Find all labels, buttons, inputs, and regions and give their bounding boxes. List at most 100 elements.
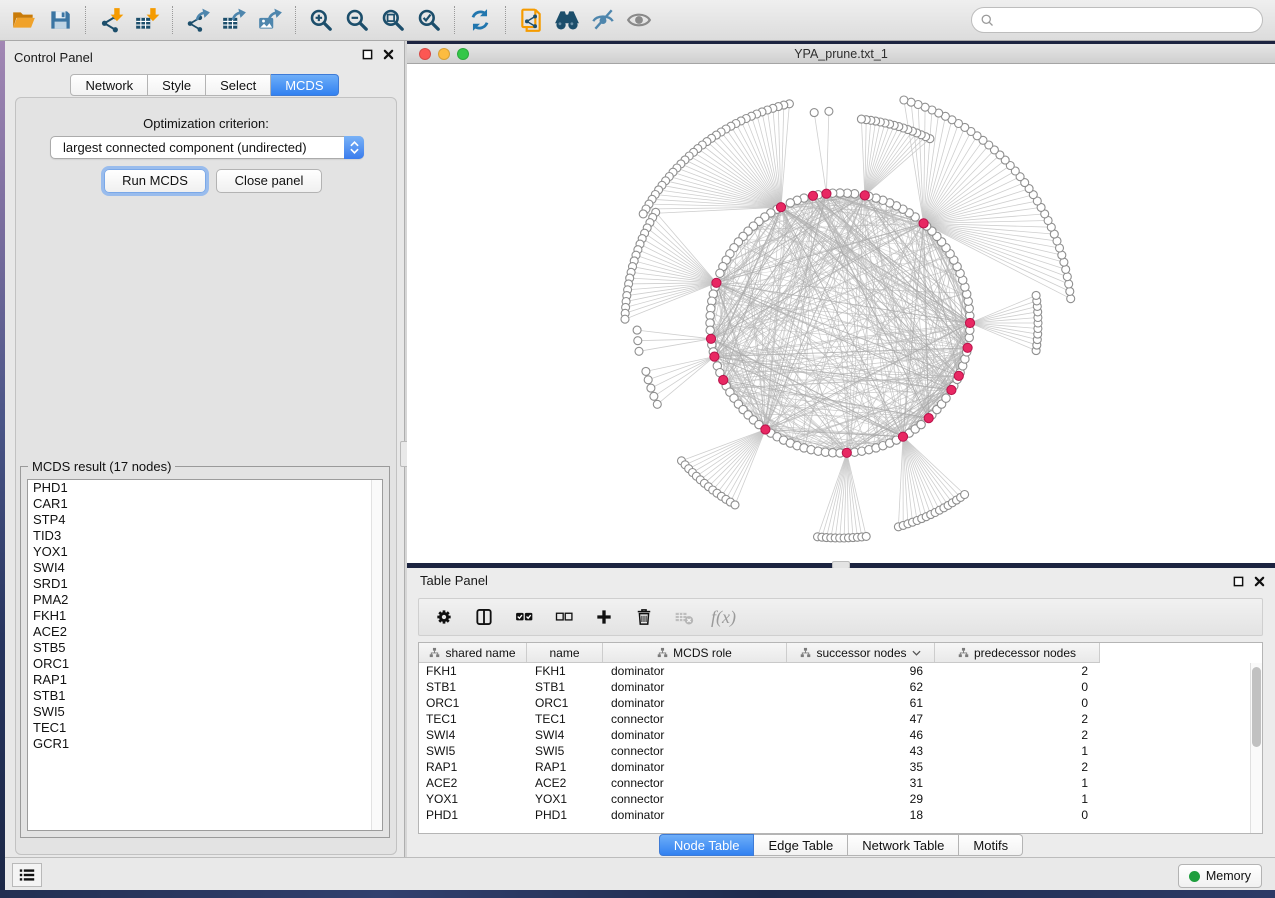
add-column-button[interactable] — [591, 604, 617, 630]
leaf-node[interactable] — [862, 532, 870, 540]
table-row[interactable]: ACE2ACE2connector311 — [419, 775, 1250, 791]
tab-network-table[interactable]: Network Table — [848, 834, 959, 856]
search-network-button[interactable] — [549, 3, 585, 37]
result-node-item[interactable]: SWI5 — [28, 704, 382, 720]
import-network-button[interactable] — [93, 3, 129, 37]
mcds-hub-node[interactable] — [719, 375, 728, 384]
zoom-in-button[interactable] — [303, 3, 339, 37]
leaf-node[interactable] — [653, 400, 661, 408]
show-hidden-button[interactable] — [621, 3, 657, 37]
tab-motifs[interactable]: Motifs — [959, 834, 1023, 856]
leaf-node[interactable] — [642, 367, 650, 375]
result-node-item[interactable]: TID3 — [28, 528, 382, 544]
mcds-hub-node[interactable] — [954, 371, 963, 380]
close-icon[interactable] — [1254, 576, 1265, 587]
table-row[interactable]: SWI5SWI5connector431 — [419, 743, 1250, 759]
mcds-hub-node[interactable] — [761, 425, 770, 434]
ring-node[interactable] — [917, 420, 925, 428]
hide-neighbors-button[interactable] — [585, 3, 621, 37]
table-row[interactable]: ORC1ORC1dominator610 — [419, 695, 1250, 711]
import-table-button[interactable] — [129, 3, 165, 37]
open-folder-button[interactable] — [6, 3, 42, 37]
mcds-hub-node[interactable] — [924, 414, 933, 423]
leaf-node[interactable] — [644, 376, 652, 384]
ring-node[interactable] — [942, 394, 950, 402]
memory-button[interactable]: Memory — [1178, 864, 1262, 888]
result-node-item[interactable]: SWI4 — [28, 560, 382, 576]
leaf-node[interactable] — [961, 491, 969, 499]
float-icon[interactable] — [1233, 576, 1244, 587]
search-input[interactable] — [995, 10, 1262, 30]
mcds-hub-node[interactable] — [822, 189, 831, 198]
result-node-item[interactable]: RAP1 — [28, 672, 382, 688]
leaf-node[interactable] — [825, 107, 833, 115]
mcds-hub-node[interactable] — [706, 334, 715, 343]
column-header-MCDS-role[interactable]: MCDS role — [603, 643, 787, 662]
tab-style[interactable]: Style — [148, 74, 206, 96]
table-row[interactable]: STB1STB1dominator620 — [419, 679, 1250, 695]
result-node-item[interactable]: STP4 — [28, 512, 382, 528]
result-node-item[interactable]: STB5 — [28, 640, 382, 656]
leaf-node[interactable] — [1063, 273, 1071, 281]
leaf-node[interactable] — [857, 115, 865, 123]
mcds-hub-node[interactable] — [947, 385, 956, 394]
mcds-hub-node[interactable] — [710, 352, 719, 361]
leaf-node[interactable] — [810, 109, 818, 117]
save-button[interactable] — [42, 3, 78, 37]
zoom-out-button[interactable] — [339, 3, 375, 37]
leaf-node[interactable] — [639, 210, 647, 218]
zoom-fit-button[interactable] — [375, 3, 411, 37]
close-icon[interactable] — [383, 49, 394, 60]
close-panel-button[interactable]: Close panel — [216, 169, 322, 193]
tab-edge-table[interactable]: Edge Table — [754, 834, 848, 856]
result-scrollbar[interactable] — [371, 480, 382, 830]
result-node-item[interactable]: STB1 — [28, 688, 382, 704]
leaf-node[interactable] — [634, 337, 642, 345]
mcds-hub-node[interactable] — [919, 219, 928, 228]
select-all-button[interactable] — [511, 604, 537, 630]
export-image-button[interactable] — [252, 3, 288, 37]
task-history-button[interactable] — [12, 863, 42, 887]
mcds-hub-node[interactable] — [898, 432, 907, 441]
mcds-hub-node[interactable] — [860, 191, 869, 200]
mcds-hub-node[interactable] — [963, 343, 972, 352]
table-row[interactable]: YOX1YOX1connector291 — [419, 791, 1250, 807]
leaf-node[interactable] — [1065, 280, 1073, 288]
table-row[interactable]: SWI4SWI4dominator462 — [419, 727, 1250, 743]
float-icon[interactable] — [362, 49, 373, 60]
result-node-item[interactable]: CAR1 — [28, 496, 382, 512]
export-network-button[interactable] — [180, 3, 216, 37]
leaf-node[interactable] — [900, 96, 908, 104]
table-row[interactable]: RAP1RAP1dominator352 — [419, 759, 1250, 775]
gear-button[interactable] — [431, 604, 457, 630]
leaf-node[interactable] — [633, 326, 641, 334]
result-node-item[interactable]: PMA2 — [28, 592, 382, 608]
mcds-hub-node[interactable] — [712, 278, 721, 287]
criterion-dropdown[interactable]: largest connected component (undirected) — [50, 136, 364, 159]
mcds-result-list[interactable]: PHD1CAR1STP4TID3YOX1SWI4SRD1PMA2FKH1ACE2… — [27, 479, 383, 831]
mcds-hub-node[interactable] — [965, 318, 974, 327]
network-graph[interactable] — [407, 64, 1275, 563]
leaf-node[interactable] — [731, 501, 739, 509]
table-row[interactable]: TEC1TEC1connector472 — [419, 711, 1250, 727]
network-window-titlebar[interactable]: YPA_prune.txt_1 — [407, 44, 1275, 64]
network-view-canvas[interactable] — [407, 64, 1275, 563]
leaf-node[interactable] — [621, 315, 629, 323]
result-node-item[interactable]: SRD1 — [28, 576, 382, 592]
result-node-item[interactable]: GCR1 — [28, 736, 382, 752]
ring-node[interactable] — [786, 199, 794, 207]
result-node-item[interactable]: ORC1 — [28, 656, 382, 672]
table-row[interactable]: FKH1FKH1dominator962 — [419, 663, 1250, 679]
export-document-button[interactable] — [513, 3, 549, 37]
result-node-item[interactable]: PHD1 — [28, 480, 382, 496]
ring-node[interactable] — [716, 269, 724, 277]
table-scrollbar-thumb[interactable] — [1252, 667, 1261, 747]
select-none-button[interactable] — [551, 604, 577, 630]
table-row[interactable]: PHD1PHD1dominator180 — [419, 807, 1250, 823]
refresh-button[interactable] — [462, 3, 498, 37]
leaf-node[interactable] — [1067, 295, 1075, 303]
tab-node-table[interactable]: Node Table — [659, 834, 755, 856]
leaf-node[interactable] — [1032, 291, 1040, 299]
delete-column-button[interactable] — [631, 604, 657, 630]
column-header-name[interactable]: name — [527, 643, 603, 662]
